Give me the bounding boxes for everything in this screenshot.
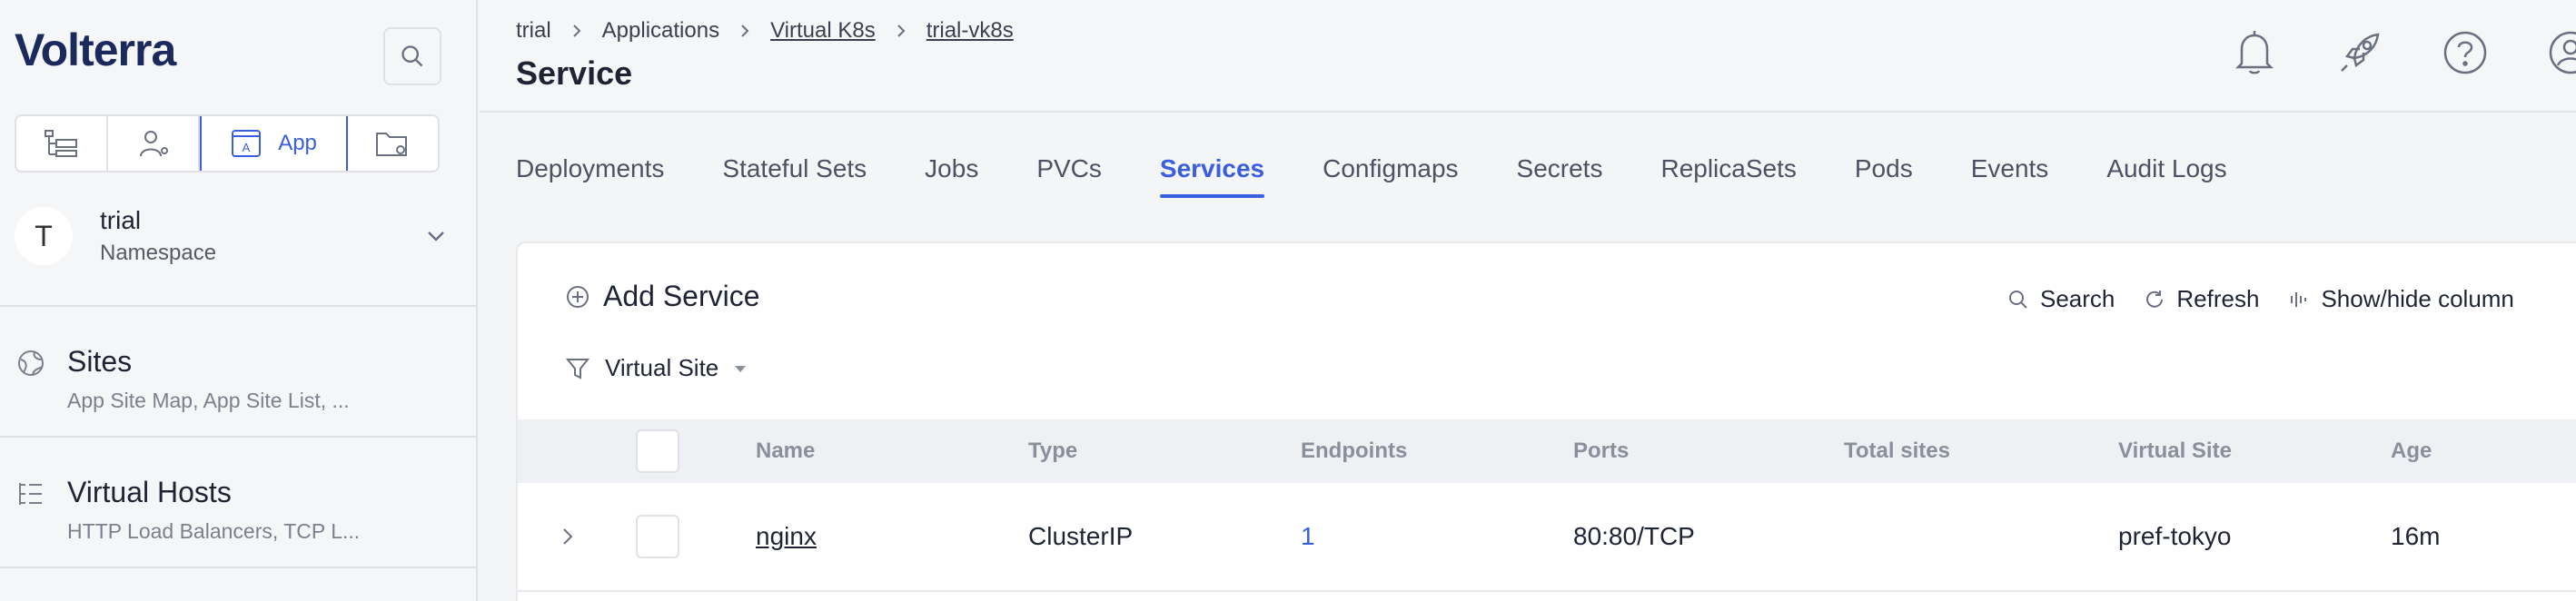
column-header-type[interactable]: Type (1028, 419, 1077, 483)
workspace-tab-user[interactable] (108, 116, 201, 171)
sidebar-item-sites[interactable]: Sites App Site Map, App Site List, ... (0, 307, 476, 438)
user-share-icon (139, 131, 168, 157)
table-header: Name Type Endpoints Ports Total sites Vi… (518, 419, 2576, 483)
tab-pvcs[interactable]: PVCs (1036, 154, 1102, 198)
service-virtual-site: pref-tokyo (2118, 522, 2232, 550)
workspace-tab-app-label: App (278, 131, 317, 155)
sidebar-divider (0, 567, 476, 568)
sidebar-item-title: Sites (67, 345, 133, 378)
column-header-virtual-site[interactable]: Virtual Site (2118, 419, 2232, 483)
table-toolbar: Search Refresh Show/hide column (2007, 285, 2514, 313)
app-icon: A (232, 130, 262, 157)
tab-replicasets[interactable]: ReplicaSets (1660, 154, 1796, 198)
search-label: Search (2040, 285, 2115, 312)
chevron-right-icon (571, 24, 582, 38)
tab-stateful-sets[interactable]: Stateful Sets (722, 154, 867, 198)
namespace-subtitle: Namespace (100, 241, 217, 265)
service-age: 16m (2391, 522, 2441, 550)
help-button[interactable] (2440, 27, 2491, 78)
chevron-right-icon (896, 24, 907, 38)
breadcrumb-item-applications[interactable]: Applications (602, 18, 719, 44)
column-header-age[interactable]: Age (2391, 419, 2432, 483)
row-checkbox[interactable] (636, 515, 679, 558)
rocket-icon (2341, 33, 2380, 72)
tab-jobs[interactable]: Jobs (925, 154, 978, 198)
breadcrumb: trial Applications Virtual K8s trial-vk8… (516, 18, 1014, 44)
breadcrumb-item-virtual-k8s[interactable]: Virtual K8s (770, 18, 876, 44)
show-hide-column-label: Show/hide column (2321, 285, 2514, 312)
column-header-name[interactable]: Name (756, 419, 815, 483)
chevron-right-icon (563, 528, 573, 545)
virtual-site-filter[interactable]: Virtual Site (565, 354, 748, 382)
workspace-tab-app[interactable]: A App (200, 116, 348, 171)
show-hide-column-button[interactable]: Show/hide column (2288, 285, 2514, 313)
service-type: ClusterIP (1028, 522, 1134, 550)
table-row[interactable]: nginx ClusterIP 1 80:80/TCP pref-tokyo 1… (518, 483, 2576, 592)
chevron-down-icon (735, 365, 747, 372)
list-tree-icon (19, 483, 42, 505)
breadcrumb-item-trial-vk8s[interactable]: trial-vk8s (926, 18, 1014, 44)
logo-text: Volterra (15, 25, 176, 75)
launch-button[interactable] (2334, 27, 2385, 78)
sidebar-search-button[interactable] (383, 27, 441, 85)
header-actions (2229, 27, 2576, 78)
sidebar: Volterra A App T trial Namespace Sites A… (0, 0, 478, 601)
tab-audit-logs[interactable]: Audit Logs (2106, 154, 2226, 198)
add-service-label: Add Service (603, 280, 760, 312)
sidebar-item-virtual-hosts[interactable]: Virtual Hosts HTTP Load Balancers, TCP L… (0, 438, 476, 568)
service-name-link[interactable]: nginx (756, 483, 817, 590)
chevron-right-icon (739, 24, 750, 38)
add-service-button[interactable]: Add Service (565, 280, 760, 313)
refresh-button[interactable]: Refresh (2144, 285, 2259, 313)
help-icon (2443, 31, 2487, 74)
sidebar-item-subtitle: HTTP Load Balancers, TCP L... (67, 519, 361, 543)
service-ports: 80:80/TCP (1573, 522, 1695, 550)
refresh-label: Refresh (2176, 285, 2260, 312)
tab-secrets[interactable]: Secrets (1517, 154, 1603, 198)
workspace-tab-hierarchy[interactable] (16, 116, 109, 171)
tab-events[interactable]: Events (1971, 154, 2049, 198)
folder-gear-icon (376, 133, 408, 156)
plus-circle-icon (567, 285, 589, 308)
refresh-icon (2146, 290, 2164, 308)
page-header: trial Applications Virtual K8s trial-vk8… (480, 0, 2576, 113)
columns-icon (2291, 291, 2307, 307)
select-all-checkbox[interactable] (636, 429, 679, 473)
tab-services[interactable]: Services (1159, 154, 1265, 198)
namespace-selector[interactable]: T trial Namespace (15, 200, 454, 272)
resource-tabs: Deployments Stateful Sets Jobs PVCs Serv… (516, 154, 2227, 198)
hierarchy-icon (44, 130, 77, 157)
virtual-site-filter-label: Virtual Site (605, 354, 719, 381)
globe-icon (18, 350, 44, 376)
app-root: Volterra A App T trial Namespace Sites A… (0, 0, 2576, 601)
workspace-tab-settings[interactable] (348, 116, 438, 171)
filter-icon (565, 358, 590, 379)
chevron-down-icon (418, 230, 454, 242)
search-button[interactable]: Search (2007, 285, 2115, 313)
namespace-avatar: T (15, 207, 73, 265)
svg-text:A: A (243, 141, 251, 154)
column-header-endpoints[interactable]: Endpoints (1301, 419, 1407, 483)
sidebar-item-subtitle: App Site Map, App Site List, ... (67, 389, 350, 412)
bell-icon (2234, 31, 2274, 74)
tab-configmaps[interactable]: Configmaps (1323, 154, 1458, 198)
column-header-ports[interactable]: Ports (1573, 419, 1629, 483)
tab-pods[interactable]: Pods (1855, 154, 1913, 198)
column-header-total-sites[interactable]: Total sites (1844, 419, 1950, 483)
notifications-button[interactable] (2229, 27, 2280, 78)
search-icon (2009, 290, 2027, 309)
page-title: Service (516, 54, 633, 92)
breadcrumb-item-trial[interactable]: trial (516, 18, 551, 44)
workspace-switcher: A App (15, 114, 440, 172)
tab-deployments[interactable]: Deployments (516, 154, 664, 198)
search-icon (401, 45, 423, 67)
volterra-logo[interactable]: Volterra (15, 25, 176, 75)
account-button[interactable] (2545, 27, 2576, 78)
user-icon (2549, 31, 2576, 74)
services-panel: Add Service Search Refresh Show/hide col… (516, 241, 2576, 601)
expand-row-button[interactable] (561, 483, 574, 590)
namespace-name: trial (100, 206, 142, 234)
service-endpoints-link[interactable]: 1 (1301, 483, 1315, 590)
sidebar-item-title: Virtual Hosts (67, 476, 232, 508)
